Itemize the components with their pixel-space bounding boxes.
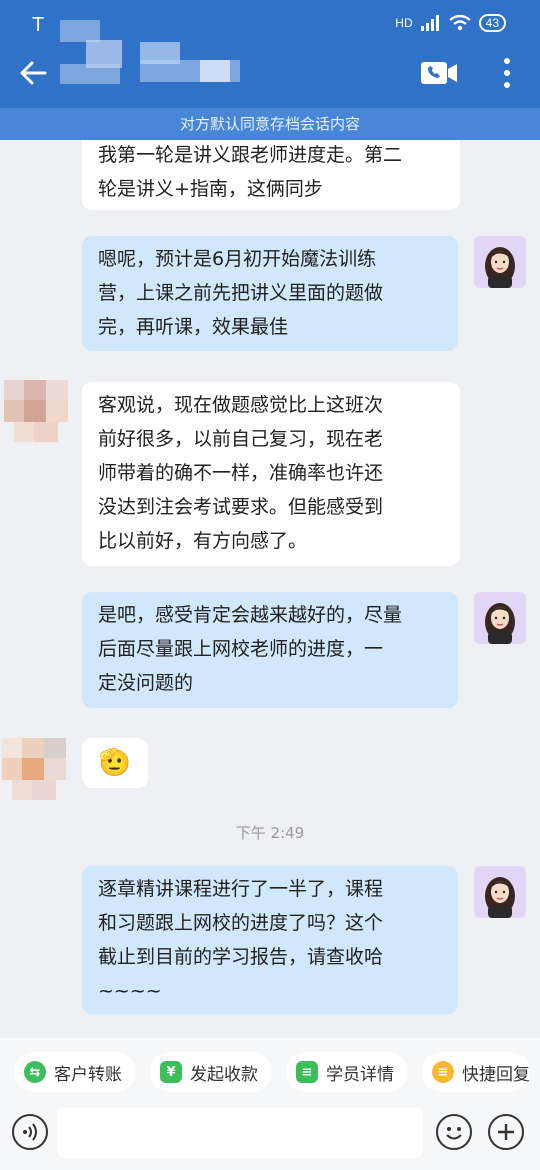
teacher-avatar-icon bbox=[485, 877, 515, 918]
wifi-icon bbox=[448, 15, 471, 31]
message-input-row bbox=[0, 1104, 540, 1168]
incoming-message-bubble[interactable]: 客观说，现在做题感觉比上这班次 前好很多，以前自己复习，现在老 师带着的确不一样… bbox=[82, 382, 460, 566]
contact-avatar-blurred[interactable] bbox=[4, 380, 74, 444]
video-call-icon[interactable] bbox=[420, 60, 458, 86]
quick-reply-icon: ≡ bbox=[432, 1061, 454, 1083]
message-line: 嗯呢，预计是6月初开始魔法训练 bbox=[98, 248, 377, 270]
voice-icon bbox=[23, 1123, 37, 1141]
outgoing-message-bubble[interactable]: 逐章精讲课程进行了一半了，课程 和习题跟上网校的进度了吗？这个 截止到目前的学习… bbox=[82, 866, 458, 1014]
message-line: ~~~~ bbox=[98, 980, 162, 1002]
contact-name-blurred bbox=[60, 20, 250, 96]
chip-label: 学员详情 bbox=[326, 1064, 394, 1085]
chat-header: T HD 43 对方默认同意存档会话内容 bbox=[0, 0, 540, 140]
timestamp-separator: 下午 2:49 bbox=[235, 824, 305, 842]
voice-input-button[interactable] bbox=[12, 1114, 48, 1150]
student-details-button[interactable]: ≡ 学员详情 bbox=[286, 1052, 408, 1092]
message-line: 客观说，现在做题感觉比上这班次 bbox=[98, 394, 384, 416]
status-carrier: T bbox=[32, 14, 45, 36]
archive-notice-banner: 对方默认同意存档会话内容 bbox=[0, 108, 540, 140]
contact-avatar-blurred[interactable] bbox=[2, 738, 72, 802]
message-line: 后面尽量跟上网校老师的进度，一 bbox=[98, 638, 384, 660]
signal-icon bbox=[420, 15, 439, 31]
emoji-message-bubble[interactable]: 🫡 bbox=[82, 738, 148, 788]
quick-reply-button[interactable]: ≡ 快捷回复 bbox=[422, 1052, 530, 1092]
chip-label: 发起收款 bbox=[190, 1064, 258, 1085]
battery-indicator: 43 bbox=[478, 14, 506, 32]
message-line: 轮是讲义+指南，这俩同步 bbox=[98, 178, 323, 200]
bottom-toolbar: ⇆ 客户转账 ¥ 发起收款 ≡ 学员详情 ≡ 快捷回复 bbox=[0, 1038, 540, 1170]
teacher-avatar-icon bbox=[485, 603, 515, 644]
message-line: 没达到注会考试要求。但能感受到 bbox=[98, 496, 384, 518]
message-line: 营，上课之前先把讲义里面的题做 bbox=[98, 282, 384, 304]
message-line: 师带着的确不一样，准确率也许还 bbox=[98, 462, 384, 484]
status-bar-right: HD 43 bbox=[395, 14, 506, 32]
my-avatar[interactable] bbox=[474, 236, 526, 288]
my-avatar[interactable] bbox=[474, 592, 526, 644]
plus-icon bbox=[498, 1124, 514, 1140]
back-arrow-icon[interactable] bbox=[18, 58, 48, 88]
message-line: 定没问题的 bbox=[98, 672, 194, 694]
transfer-icon: ⇆ bbox=[24, 1061, 46, 1083]
smiley-icon bbox=[446, 1127, 462, 1140]
message-input[interactable] bbox=[58, 1108, 422, 1158]
message-line: 逐章精讲课程进行了一半了，课程 bbox=[98, 878, 384, 900]
message-line: 比以前好，有方向感了。 bbox=[98, 530, 308, 552]
user-detail-icon: ≡ bbox=[296, 1061, 318, 1083]
customer-transfer-button[interactable]: ⇆ 客户转账 bbox=[14, 1052, 136, 1092]
message-line: 我第一轮是讲义跟老师进度走。第二 bbox=[98, 144, 403, 166]
emoji-button[interactable] bbox=[436, 1114, 472, 1150]
message-line: 截止到目前的学习报告，请查收哈 bbox=[98, 946, 384, 968]
message-line: 完，再听课，效果最佳 bbox=[98, 316, 289, 338]
more-options-icon[interactable] bbox=[498, 56, 516, 90]
request-payment-button[interactable]: ¥ 发起收款 bbox=[150, 1052, 272, 1092]
add-attachment-button[interactable] bbox=[488, 1114, 524, 1150]
message-line: 是吧，感受肯定会越来越好的，尽量 bbox=[98, 604, 403, 626]
teacher-avatar-icon bbox=[485, 247, 515, 288]
incoming-message-bubble[interactable]: 我第一轮是讲义跟老师进度走。第二 轮是讲义+指南，这俩同步 bbox=[82, 140, 460, 210]
message-list[interactable]: 我第一轮是讲义跟老师进度走。第二 轮是讲义+指南，这俩同步 嗯呢，预计是6月初开… bbox=[0, 140, 540, 1038]
network-label: HD bbox=[395, 16, 413, 30]
outgoing-message-bubble[interactable]: 嗯呢，预计是6月初开始魔法训练 营，上课之前先把讲义里面的题做 完，再听课，效果… bbox=[82, 236, 458, 351]
message-line: 前好很多，以前自己复习，现在老 bbox=[98, 428, 384, 450]
my-avatar[interactable] bbox=[474, 866, 526, 918]
salute-emoji: 🫡 bbox=[98, 748, 132, 778]
chip-label: 快捷回复 bbox=[462, 1064, 530, 1085]
outgoing-message-bubble[interactable]: 是吧，感受肯定会越来越好的，尽量 后面尽量跟上网校老师的进度，一 定没问题的 bbox=[82, 592, 458, 708]
yuan-shield-icon: ¥ bbox=[160, 1061, 182, 1083]
message-line: 和习题跟上网校的进度了吗？这个 bbox=[98, 912, 384, 934]
chip-label: 客户转账 bbox=[54, 1064, 122, 1085]
